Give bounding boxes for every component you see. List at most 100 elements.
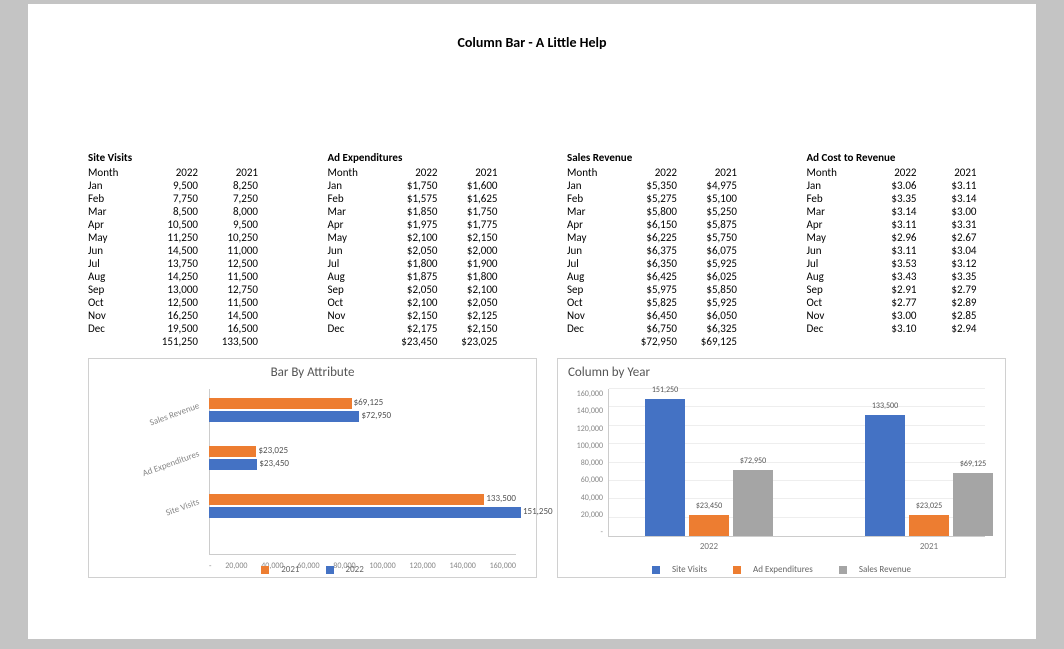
cell-2022: 7,750 [138, 192, 198, 205]
cell-month: Nov [807, 309, 857, 322]
data-label: $69,125 [943, 459, 1003, 469]
cell-2022: $2.77 [857, 296, 917, 309]
table-header: Month 2022 2021 [567, 166, 767, 179]
tick-label: 20,000 [563, 510, 603, 520]
table-row: Sep $2.91 $2.79 [807, 283, 1007, 296]
cell-2022: $2,100 [378, 231, 438, 244]
chart-plot-area: 151,250 $23,450 $72,950 2022 133,500 $23… [608, 389, 985, 537]
table-row: Nov $6,450 $6,050 [567, 309, 767, 322]
cell-2022: $3.43 [857, 270, 917, 283]
cell-2022: $6,225 [617, 231, 677, 244]
total-2022: $72,950 [617, 335, 677, 348]
cell-2022: $3.10 [857, 322, 917, 335]
header-cell: 2021 [198, 166, 258, 179]
cell-month: May [328, 231, 378, 244]
cell-2022: $2.96 [857, 231, 917, 244]
table-row: Apr $1,975 $1,775 [328, 218, 528, 231]
cell-month: Jan [567, 179, 617, 192]
bar-2022: $23,450 [209, 459, 257, 470]
header-cell: 2022 [857, 166, 917, 179]
cell-month: Dec [88, 322, 138, 335]
cell-month: May [88, 231, 138, 244]
cell-month: Sep [807, 283, 857, 296]
chart-title: Bar By Attribute [89, 359, 536, 380]
table-row: Oct $2.77 $2.89 [807, 296, 1007, 309]
table-row: Apr $6,150 $5,875 [567, 218, 767, 231]
table-row: Jun $6,375 $6,075 [567, 244, 767, 257]
total-2022: 151,250 [138, 335, 198, 348]
table-total: $72,950 $69,125 [567, 335, 767, 348]
table-header: Month 2022 2021 [807, 166, 1007, 179]
legend-item-2022: 2022 [320, 564, 370, 575]
table-header: Month 2022 2021 [328, 166, 528, 179]
table-sales-revenue: Sales Revenue Month 2022 2021 Jan $5,350… [567, 151, 767, 348]
table-row: Jun $2,050 $2,000 [328, 244, 528, 257]
column-bar: $69,125 [953, 473, 993, 536]
cell-2022: $6,425 [617, 270, 677, 283]
cell-month: Feb [88, 192, 138, 205]
total-2021: $23,025 [438, 335, 498, 348]
column-bar: 151,250 [645, 399, 685, 536]
cell-2021: 14,500 [198, 309, 258, 322]
table-title: Ad Expenditures [328, 151, 528, 164]
table-row: Jul $3.53 $3.12 [807, 257, 1007, 270]
header-cell: 2021 [677, 166, 737, 179]
table-row: May $2.96 $2.67 [807, 231, 1007, 244]
cell-month: Mar [88, 205, 138, 218]
cell-2021: $1,750 [438, 205, 498, 218]
cell-2021: $3.04 [917, 244, 977, 257]
cell-2022: $6,350 [617, 257, 677, 270]
table-row: Dec $3.10 $2.94 [807, 322, 1007, 335]
table-row: Jan $1,750 $1,600 [328, 179, 528, 192]
category-label: 2022 [629, 541, 789, 552]
data-label: 151,250 [635, 385, 695, 395]
cell-2021: $2,150 [438, 322, 498, 335]
legend-item-sales-revenue: Sales Revenue [833, 564, 917, 575]
swatch-icon [326, 566, 334, 574]
cell-month: Mar [567, 205, 617, 218]
data-label: $69,125 [354, 397, 402, 408]
cell-2021: $5,925 [677, 296, 737, 309]
cell-2022: $1,975 [378, 218, 438, 231]
cell-2021: 11,500 [198, 270, 258, 283]
table-row: Jun 14,500 11,000 [88, 244, 288, 257]
cell-2021: $1,775 [438, 218, 498, 231]
table-site-visits: Site Visits Month 2022 2021 Jan 9,500 8,… [88, 151, 288, 348]
cell-2021: $1,800 [438, 270, 498, 283]
cell-2022: $5,825 [617, 296, 677, 309]
cell-2022: 14,500 [138, 244, 198, 257]
bar-2022: 151,250 [209, 507, 521, 518]
cell-2021: $5,925 [677, 257, 737, 270]
cell-2022: 13,750 [138, 257, 198, 270]
cell-2021: $5,850 [677, 283, 737, 296]
column-bar: $23,025 [909, 515, 949, 536]
cell-month: Jul [88, 257, 138, 270]
tick-label: 40,000 [563, 493, 603, 503]
chart-legend: Site Visits Ad Expenditures Sales Revenu… [558, 564, 1005, 575]
document-page: Column Bar - A Little Help Site Visits M… [28, 4, 1036, 639]
table-row: May $2,100 $2,150 [328, 231, 528, 244]
cell-2022: $2,050 [378, 244, 438, 257]
cell-2022: $6,150 [617, 218, 677, 231]
cell-2021: 11,500 [198, 296, 258, 309]
cell-2021: $2,100 [438, 283, 498, 296]
cell-2021: 12,500 [198, 257, 258, 270]
table-row: Mar $3.14 $3.00 [807, 205, 1007, 218]
header-cell: 2021 [917, 166, 977, 179]
bar-2022: $72,950 [209, 411, 359, 422]
cell-month: Jun [328, 244, 378, 257]
table-row: Feb $3.35 $3.14 [807, 192, 1007, 205]
cell-2022: $6,750 [617, 322, 677, 335]
cell-2022: $5,350 [617, 179, 677, 192]
cell-2022: $2,050 [378, 283, 438, 296]
cell-2022: $3.11 [857, 218, 917, 231]
cell-month: Apr [328, 218, 378, 231]
swatch-icon [733, 566, 741, 574]
legend-item-site-visits: Site Visits [646, 564, 713, 575]
cell-2021: $3.31 [917, 218, 977, 231]
cell-2021: $5,250 [677, 205, 737, 218]
cell-month: Nov [567, 309, 617, 322]
cell-month: Oct [567, 296, 617, 309]
cell-month: Sep [88, 283, 138, 296]
data-label: $23,025 [899, 501, 959, 511]
